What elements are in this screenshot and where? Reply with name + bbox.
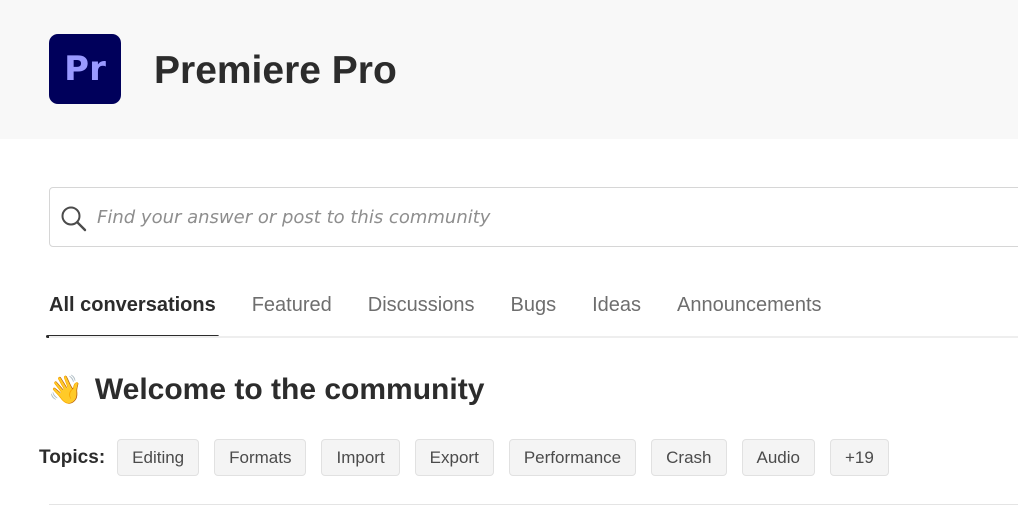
tab-discussions[interactable]: Discussions	[368, 290, 475, 338]
welcome-title: Welcome to the community	[94, 373, 485, 406]
topic-chip-audio[interactable]: Audio	[741, 439, 815, 476]
app-title: Premiere Pro	[154, 49, 397, 92]
topic-chip-more[interactable]: +19	[829, 439, 889, 476]
topic-chip-editing[interactable]: Editing	[117, 439, 200, 476]
tab-all-conversations[interactable]: All conversations	[46, 290, 219, 338]
search-icon	[61, 206, 87, 232]
app-icon-text: Pr	[64, 49, 106, 89]
tab-featured[interactable]: Featured	[252, 290, 332, 338]
search-bar[interactable]	[49, 187, 1018, 247]
topics-label: Topics:	[39, 446, 106, 468]
tabs-divider	[49, 336, 1018, 338]
app-header: Pr Premiere Pro	[0, 0, 1018, 139]
premiere-pro-logo-icon[interactable]: Pr	[49, 34, 121, 104]
topics-row: Topics: Editing Formats Import Export Pe…	[39, 439, 904, 476]
topic-chip-export[interactable]: Export	[414, 439, 494, 476]
topic-chip-import[interactable]: Import	[321, 439, 400, 476]
section-divider	[49, 504, 1018, 505]
topic-chip-formats[interactable]: Formats	[214, 439, 307, 476]
tab-announcements[interactable]: Announcements	[677, 290, 822, 338]
waving-hand-icon: 👋	[48, 374, 83, 405]
topic-chip-performance[interactable]: Performance	[508, 439, 637, 476]
tab-ideas[interactable]: Ideas	[592, 290, 641, 338]
welcome-heading: 👋 Welcome to the community	[48, 371, 484, 409]
search-input[interactable]	[97, 188, 997, 246]
tab-bugs[interactable]: Bugs	[510, 290, 556, 338]
topic-chip-crash[interactable]: Crash	[651, 439, 727, 476]
conversation-tabs: All conversations Featured Discussions B…	[46, 290, 858, 340]
